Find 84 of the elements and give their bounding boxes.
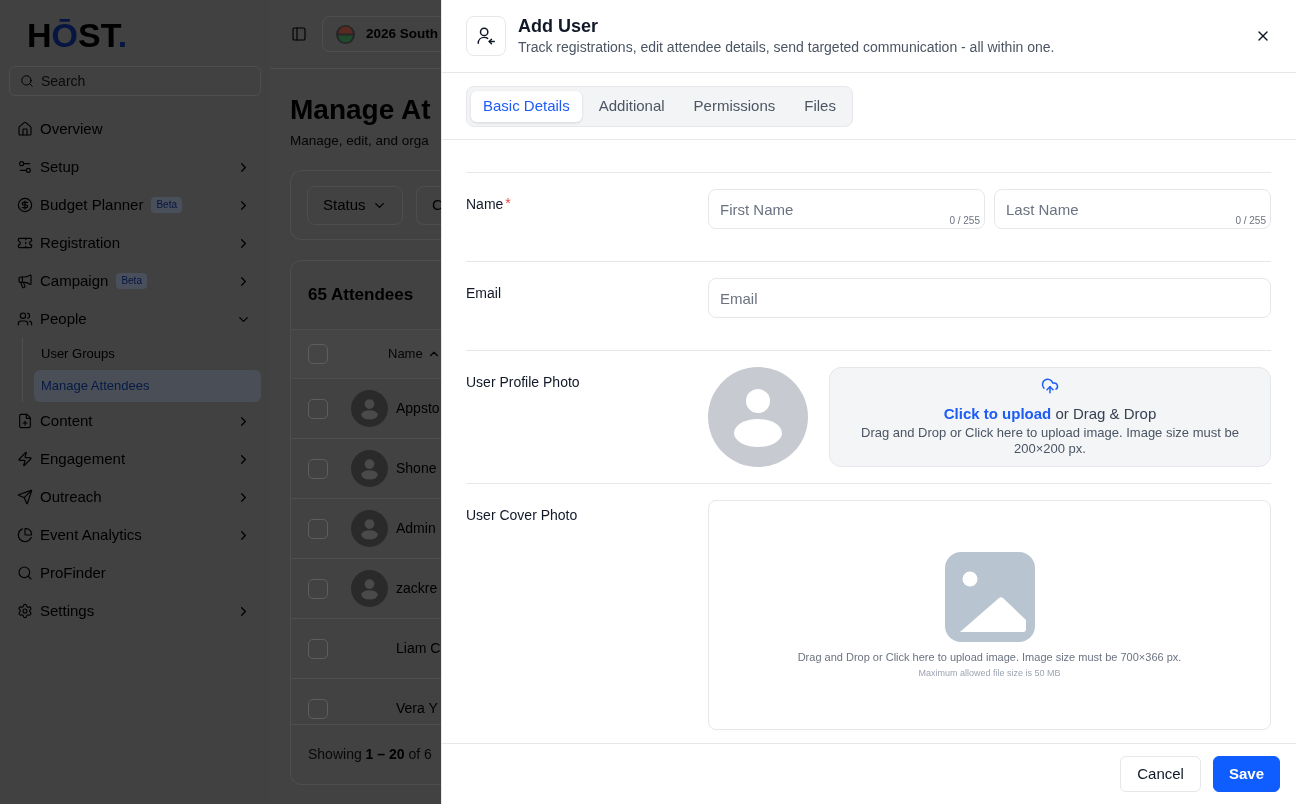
search-icon bbox=[17, 565, 33, 581]
attendee-name: Vera Y bbox=[396, 699, 438, 718]
checkbox[interactable] bbox=[308, 458, 328, 479]
sidebar-toggle-button[interactable] bbox=[291, 26, 307, 42]
user-silhouette-icon bbox=[708, 367, 808, 467]
field-label: Name bbox=[466, 195, 504, 214]
tab[interactable]: Basic Details bbox=[471, 90, 582, 122]
settings-icon bbox=[17, 603, 33, 619]
tab[interactable]: Additional bbox=[586, 90, 677, 122]
dialog-subtitle: Track registrations, edit attendee details, send targeted communication - all within one. bbox=[518, 38, 1055, 57]
home-icon bbox=[17, 121, 33, 137]
panel-icon bbox=[291, 26, 307, 42]
host-logo: HŌST. bbox=[27, 18, 128, 52]
image-placeholder-icon bbox=[944, 551, 1035, 642]
checkbox[interactable] bbox=[308, 398, 328, 419]
ticket-icon bbox=[17, 235, 33, 251]
search-icon bbox=[20, 74, 34, 88]
event-selector[interactable]: 2026 South bbox=[322, 16, 441, 52]
megaphone-icon bbox=[17, 273, 33, 289]
pie-chart-icon bbox=[17, 527, 33, 543]
field-label: Email bbox=[466, 284, 501, 303]
field-label: User Profile Photo bbox=[466, 373, 580, 392]
nav-subitem[interactable]: User Groups bbox=[34, 338, 261, 370]
user-avatar-icon bbox=[351, 450, 388, 487]
page-title: Manage At bbox=[290, 93, 432, 127]
nav-item[interactable]: Outreach bbox=[9, 478, 261, 516]
nav-item[interactable]: Campaign Beta bbox=[9, 262, 261, 300]
attendee-name: zackre bbox=[396, 579, 438, 598]
users-icon bbox=[17, 311, 33, 327]
nav-item[interactable]: Content bbox=[9, 402, 261, 440]
nav-item[interactable]: Event Analytics bbox=[9, 516, 261, 554]
cancel-button[interactable]: Cancel bbox=[1120, 756, 1201, 792]
nav-item[interactable]: Setup bbox=[9, 148, 261, 186]
upload-hint: Drag and Drop or Click here to upload image. Image size must be 200×200 px. bbox=[860, 425, 1240, 457]
nav-item[interactable]: Overview bbox=[9, 110, 261, 148]
upload-link[interactable]: Click to upload bbox=[943, 405, 1052, 422]
send-icon bbox=[17, 489, 33, 505]
save-button[interactable]: Save bbox=[1212, 756, 1280, 792]
beta-badge: Beta bbox=[116, 273, 147, 289]
attendee-name: Admin bbox=[396, 519, 436, 538]
tab[interactable]: Files bbox=[792, 90, 848, 122]
user-avatar-icon bbox=[351, 510, 388, 547]
nav-subitem[interactable]: Manage Attendees bbox=[34, 370, 261, 402]
beta-badge: Beta bbox=[151, 197, 182, 213]
user-avatar-icon bbox=[351, 570, 388, 607]
checkbox[interactable] bbox=[308, 698, 328, 719]
cover-dropzone[interactable]: Drag and Drop or Click here to upload image. Image size must be 700×366 px. Maximum allowed file size is 50 MB bbox=[708, 500, 1271, 730]
lightning-icon bbox=[17, 451, 33, 467]
column-header[interactable]: Name bbox=[388, 344, 441, 364]
cloud-upload-icon bbox=[1041, 377, 1059, 395]
table-title: 65 Attendees bbox=[308, 284, 414, 307]
checkbox[interactable] bbox=[308, 518, 328, 539]
nav-item[interactable]: Registration bbox=[9, 224, 261, 262]
checkbox[interactable] bbox=[308, 578, 328, 599]
pagination-summary: Showing 1 – 20 of 6 bbox=[308, 745, 432, 764]
checkbox[interactable] bbox=[308, 344, 328, 364]
nav-item[interactable]: Engagement bbox=[9, 440, 261, 478]
nav-item[interactable]: Settings bbox=[9, 592, 261, 630]
dialog-title: Add User bbox=[518, 15, 599, 37]
event-logo-icon bbox=[336, 24, 355, 44]
filter-dropdown[interactable]: Status bbox=[307, 185, 403, 225]
sliders-icon bbox=[17, 159, 33, 175]
upload-dropzone[interactable]: Click to upload or Drag & Drop Drag and Drop or Click here to upload image. Image size must be 200×200 px. bbox=[829, 367, 1271, 467]
upload-prompt: Click to upload or Drag & Drop bbox=[943, 404, 1157, 424]
char-counter: 0 / 255 bbox=[949, 215, 980, 227]
tab[interactable]: Permissions bbox=[681, 90, 788, 122]
user-avatar-icon bbox=[351, 390, 388, 427]
text-field[interactable]: Email bbox=[708, 278, 1271, 318]
char-counter: 0 / 255 bbox=[1235, 215, 1266, 227]
file-size-note: Maximum allowed file size is 50 MB bbox=[918, 666, 1061, 679]
attendee-name: Liam C bbox=[396, 639, 441, 658]
nav-item[interactable]: ProFinder bbox=[9, 554, 261, 592]
dollar-circle-icon bbox=[17, 197, 33, 213]
field-label: User Cover Photo bbox=[466, 506, 578, 525]
nav-item[interactable]: Budget Planner Beta bbox=[9, 186, 261, 224]
attendee-name: Appsto bbox=[396, 399, 440, 418]
page-subtitle: Manage, edit, and orga bbox=[290, 132, 430, 150]
required-asterisk: * bbox=[505, 194, 511, 212]
checkbox[interactable] bbox=[308, 638, 328, 659]
search-field[interactable]: Search bbox=[9, 66, 261, 96]
upload-hint: Drag and Drop or Click here to upload image. Image size must be 700×366 px. bbox=[797, 649, 1182, 664]
attendee-name: Shone bbox=[396, 459, 437, 478]
nav-item[interactable]: People bbox=[9, 300, 261, 338]
file-plus-icon bbox=[17, 413, 33, 429]
